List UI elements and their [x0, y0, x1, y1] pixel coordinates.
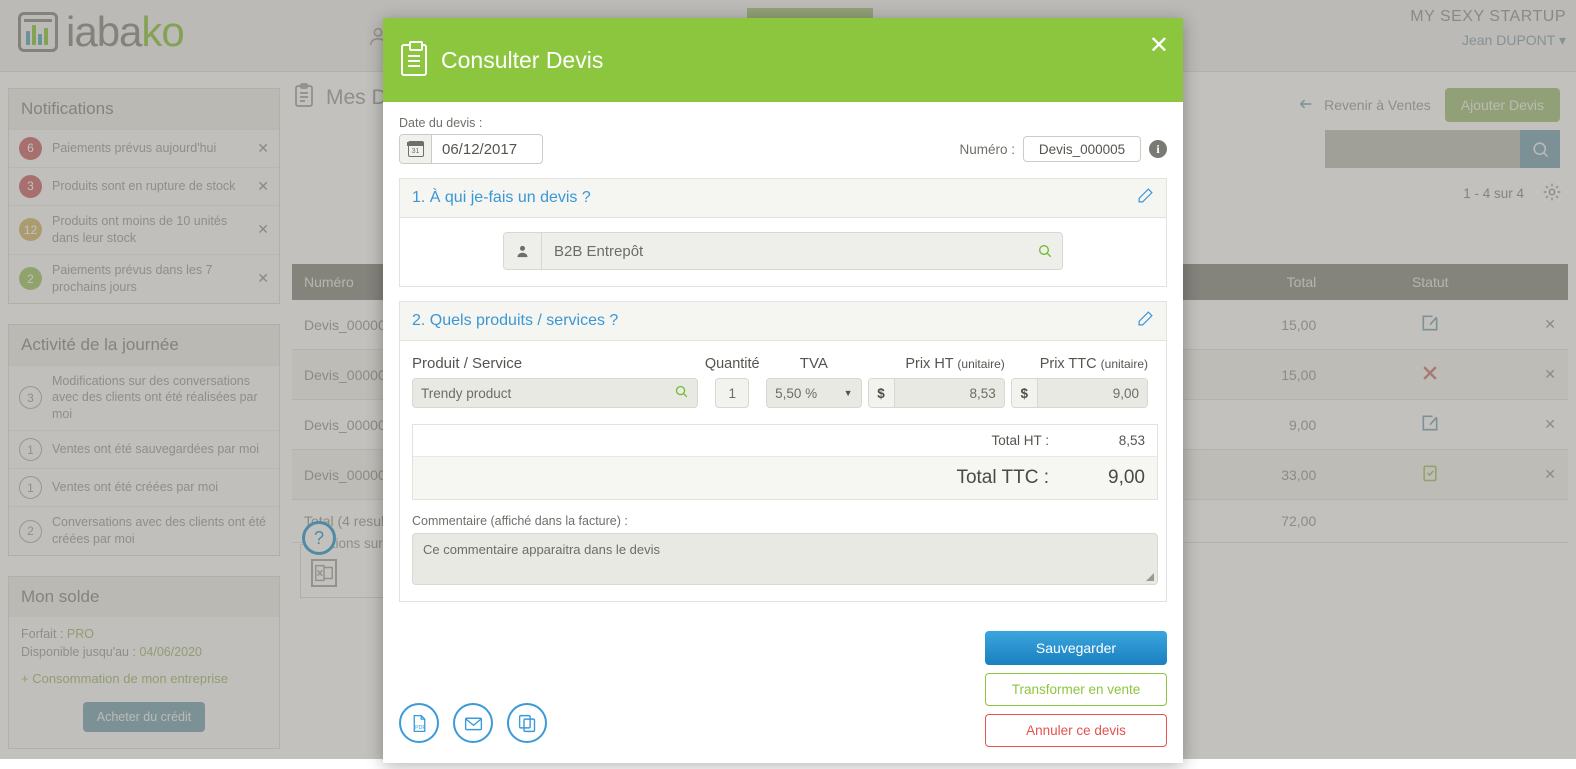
section-products-title: 2. Quels produits / services ? — [412, 312, 618, 330]
modal-title: Consulter Devis — [441, 47, 603, 74]
price-ht-input[interactable]: $ 8,53 — [868, 378, 1005, 408]
total-ttc-value: 9,00 — [1049, 467, 1145, 489]
client-name: B2B Entrepôt — [542, 233, 1028, 269]
header-price-ht-main: Prix HT — [905, 356, 953, 372]
price-ttc-value: 9,00 — [1038, 379, 1147, 407]
total-ttc-row: Total TTC : 9,00 — [413, 457, 1157, 499]
header-price-ttc-sub: (unitaire) — [1101, 357, 1148, 371]
footer-icon-group: PDF — [399, 703, 547, 743]
total-ht-row: Total HT : 8,53 — [413, 425, 1157, 457]
tva-select[interactable]: 5,50 % ▼ — [766, 378, 861, 408]
header-price-ht: Prix HT (unitaire) — [868, 356, 1011, 372]
consulter-devis-modal: Consulter Devis ✕ Date du devis : 31 06/… — [383, 18, 1183, 763]
total-ttc-label: Total TTC : — [956, 467, 1049, 489]
cancel-devis-button[interactable]: Annuler ce devis — [985, 714, 1167, 747]
envelope-icon[interactable] — [453, 703, 493, 743]
date-row: 31 06/12/2017 Numéro : Devis_000005 i — [399, 134, 1167, 164]
header-quantity: Quantité — [704, 356, 766, 372]
pencil-icon[interactable] — [1137, 310, 1154, 332]
quantity-input[interactable]: 1 — [715, 378, 749, 408]
comment-value: Ce commentaire apparaitra dans le devis — [423, 542, 660, 557]
header-price-ttc-main: Prix TTC — [1040, 356, 1097, 372]
product-line-row: Trendy product 1 5,50 % — [412, 378, 1154, 408]
modal-footer: PDF Sauvegarder Transformer en vente Ann… — [383, 617, 1183, 763]
section-client-header: 1. À qui je-fais un devis ? — [400, 179, 1166, 218]
calendar-icon: 31 — [408, 141, 424, 157]
total-ht-label: Total HT : — [991, 433, 1049, 448]
section-products: 2. Quels produits / services ? Produit /… — [399, 301, 1167, 602]
close-icon[interactable]: ✕ — [1149, 34, 1169, 58]
section-client-body: B2B Entrepôt — [400, 218, 1166, 286]
quantity-field-wrap: 1 — [704, 378, 766, 408]
date-field-group[interactable]: 31 06/12/2017 — [399, 134, 543, 164]
section-client: 1. À qui je-fais un devis ? B2B Entrepôt — [399, 178, 1167, 287]
section-products-body: Produit / Service Quantité TVA Prix HT (… — [400, 341, 1166, 601]
tva-value: 5,50 % — [775, 386, 817, 401]
transform-to-sale-button[interactable]: Transformer en vente — [985, 673, 1167, 706]
svg-text:PDF: PDF — [415, 724, 426, 730]
currency-symbol: $ — [1012, 379, 1038, 407]
header-price-ht-sub: (unitaire) — [957, 357, 1004, 371]
header-tva: TVA — [766, 355, 867, 372]
chevron-down-icon: ▼ — [844, 388, 853, 398]
section-client-title: 1. À qui je-fais un devis ? — [412, 189, 591, 207]
search-icon[interactable] — [674, 384, 689, 403]
header-product: Produit / Service — [412, 355, 704, 372]
section-products-header: 2. Quels produits / services ? — [400, 302, 1166, 341]
price-ht-field-wrap: $ 8,53 — [868, 378, 1011, 408]
product-column-headers: Produit / Service Quantité TVA Prix HT (… — [412, 355, 1154, 372]
comment-textarea[interactable]: Ce commentaire apparaitra dans le devis — [412, 533, 1158, 585]
total-ht-value: 8,53 — [1049, 433, 1145, 448]
clipboard-icon — [401, 44, 427, 76]
product-input[interactable]: Trendy product — [412, 378, 698, 408]
header-price-ttc: Prix TTC (unitaire) — [1011, 356, 1154, 372]
modal-header: Consulter Devis ✕ — [383, 18, 1183, 102]
save-button[interactable]: Sauvegarder — [985, 631, 1167, 665]
date-label: Date du devis : — [399, 116, 1167, 130]
info-icon[interactable]: i — [1149, 140, 1167, 158]
person-icon — [504, 233, 542, 269]
duplicate-icon[interactable] — [507, 703, 547, 743]
calendar-button[interactable]: 31 — [400, 135, 432, 163]
search-icon[interactable] — [1028, 233, 1062, 269]
price-ttc-input[interactable]: $ 9,00 — [1011, 378, 1148, 408]
modal-body: Date du devis : 31 06/12/2017 Numéro : D… — [383, 102, 1183, 617]
client-picker[interactable]: B2B Entrepôt — [503, 232, 1063, 270]
footer-button-group: Sauvegarder Transformer en vente Annuler… — [985, 631, 1167, 747]
date-input[interactable]: 06/12/2017 — [432, 135, 542, 163]
pencil-icon[interactable] — [1137, 187, 1154, 209]
tva-field-wrap: 5,50 % ▼ — [766, 378, 867, 408]
product-field-wrap: Trendy product — [412, 378, 704, 408]
product-input-value: Trendy product — [421, 386, 511, 401]
comment-label: Commentaire (affiché dans la facture) : — [412, 514, 1154, 528]
client-row: B2B Entrepôt — [412, 232, 1154, 270]
price-ht-value: 8,53 — [895, 379, 1004, 407]
currency-symbol: $ — [869, 379, 895, 407]
numero-input[interactable]: Devis_000005 — [1023, 136, 1141, 162]
pdf-icon[interactable]: PDF — [399, 703, 439, 743]
numero-label: Numéro : — [959, 142, 1015, 157]
totals-box: Total HT : 8,53 Total TTC : 9,00 — [412, 424, 1158, 500]
numero-group: Numéro : Devis_000005 i — [959, 136, 1167, 162]
price-ttc-field-wrap: $ 9,00 — [1011, 378, 1154, 408]
